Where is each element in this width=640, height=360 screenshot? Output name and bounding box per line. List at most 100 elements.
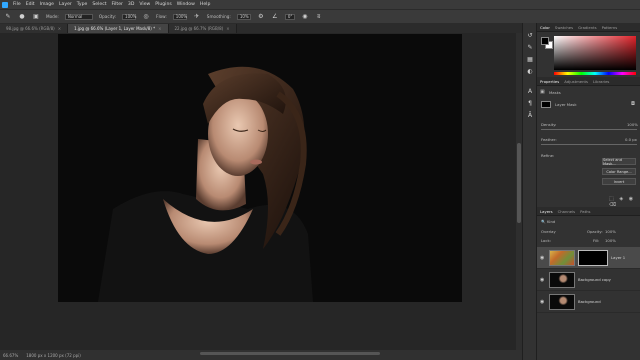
color-picker-field[interactable] [554, 36, 636, 70]
properties-panel-tabs: Properties Adjustments Libraries [537, 77, 640, 86]
feather-value[interactable]: 0.0 px [625, 137, 637, 142]
tab-label: 22.jpg @ 66.7% (RGB/8) [174, 26, 224, 31]
options-bar: ✎ ● ▣ Mode: Normal Opacity: 100% ◎ Flow:… [0, 9, 640, 23]
mask-label: Layer Mask [555, 102, 577, 107]
layer-row-background[interactable]: ◉ Background [537, 291, 640, 313]
menu-bar: File Edit Image Layer Type Select Filter… [0, 0, 640, 9]
flow-label: Flow: [156, 14, 167, 19]
airbrush-icon[interactable]: ✈ [193, 13, 201, 21]
adjust-icon[interactable]: ◐ [523, 65, 537, 77]
layer-row-layer-1[interactable]: ◉ Layer 1 [537, 247, 640, 269]
tab-adjustments[interactable]: Adjustments [564, 79, 588, 84]
angle-icon[interactable]: ∠ [271, 13, 279, 21]
close-icon[interactable]: × [58, 26, 61, 31]
history-icon[interactable]: ↺ [523, 29, 537, 41]
menu-file[interactable]: File [13, 2, 21, 7]
mode-select[interactable]: Normal [64, 13, 93, 20]
color-range-button[interactable]: Color Range... [602, 168, 636, 175]
select-and-mask-button[interactable]: Select and Mask... [602, 158, 636, 166]
brush-preset-icon[interactable]: ● [18, 13, 26, 21]
brush-settings-icon[interactable]: ▣ [32, 13, 40, 21]
opacity-field[interactable]: 100% [122, 13, 136, 20]
document-canvas-image[interactable] [58, 34, 462, 302]
zoom-level[interactable]: 66.67% [3, 353, 18, 358]
menu-layer[interactable]: Layer [59, 2, 72, 7]
tab-label: 1.jpg @ 66.6% (Layer 1, Layer Mask/8) * [74, 26, 156, 31]
tab-1-jpg[interactable]: 1.jpg @ 66.6% (Layer 1, Layer Mask/8) * × [68, 24, 169, 33]
tab-gradients[interactable]: Gradients [578, 25, 597, 30]
vector-mask-icon[interactable]: ◘ [631, 101, 635, 107]
layer-row-background-copy[interactable]: ◉ Background copy [537, 269, 640, 291]
menu-3d[interactable]: 3D [128, 2, 134, 7]
tab-color[interactable]: Color [540, 25, 550, 30]
menu-type[interactable]: Type [77, 2, 88, 7]
tab-properties[interactable]: Properties [540, 79, 559, 84]
tab-channels[interactable]: Channels [558, 209, 576, 214]
fill-value[interactable]: 100% [605, 238, 616, 243]
layer-name: Layer 1 [611, 255, 626, 260]
color-panel-tabs: Color Swatches Gradients Patterns [537, 23, 640, 32]
brush-panel-icon[interactable]: ✎ [523, 41, 537, 53]
tab-layers[interactable]: Layers [540, 209, 553, 214]
pressure-opacity-icon[interactable]: ◎ [142, 13, 150, 21]
kind-label: Kind [546, 219, 556, 224]
smoothing-settings-icon[interactable]: ⚙ [257, 13, 265, 21]
layers-panel-tabs: Layers Channels Paths [537, 207, 640, 216]
document-tabs: 98.jpg @ 66.6% (RGB/8) × 1.jpg @ 66.6% (L… [0, 23, 522, 33]
visibility-eye-icon[interactable]: ◉ [540, 299, 546, 305]
smoothing-field[interactable]: 10% [236, 13, 251, 20]
lock-label: Lock: [541, 238, 551, 243]
tab-swatches[interactable]: Swatches [555, 25, 573, 30]
feather-slider[interactable] [541, 144, 637, 145]
menu-view[interactable]: View [139, 2, 150, 7]
menu-filter[interactable]: Filter [112, 2, 123, 7]
tab-patterns[interactable]: Patterns [602, 25, 618, 30]
scroll-thumb[interactable] [517, 143, 521, 223]
invert-button[interactable]: Invert [602, 178, 636, 185]
foreground-color-swatch[interactable] [541, 37, 549, 45]
pressure-size-icon[interactable]: ◉ [301, 13, 309, 21]
menu-help[interactable]: Help [200, 2, 210, 7]
layer-thumbnail [549, 293, 575, 310]
symmetry-icon[interactable]: ʬ [315, 13, 323, 21]
tab-label: 98.jpg @ 66.6% (RGB/8) [6, 26, 55, 31]
photoshop-logo-icon[interactable] [2, 1, 8, 8]
doc-info: 1800 px x 1200 px (72 ppi) [26, 352, 81, 358]
visibility-eye-icon[interactable]: ◉ [540, 255, 546, 261]
character-icon[interactable]: A [523, 85, 537, 97]
mask-thumbnail[interactable] [541, 101, 551, 108]
tab-22-jpg[interactable]: 22.jpg @ 66.7% (RGB/8) × [168, 24, 237, 33]
layer-opacity-value[interactable]: 100% [605, 229, 616, 234]
hue-slider[interactable] [554, 72, 636, 75]
menu-plugins[interactable]: Plugins [155, 2, 171, 7]
tab-libraries[interactable]: Libraries [593, 79, 609, 84]
panel-icon-strip: ↺ ✎ ▦ ◐ A ¶ Ã [522, 23, 536, 360]
menu-image[interactable]: Image [40, 2, 54, 7]
layer-mask-thumbnail[interactable] [578, 249, 608, 266]
glyph-icon[interactable]: Ã [523, 109, 537, 121]
tab-98-jpg[interactable]: 98.jpg @ 66.6% (RGB/8) × [0, 24, 69, 33]
mask-icon: ▣ [540, 89, 545, 95]
blend-mode-select[interactable]: Overlay [541, 229, 556, 234]
menu-edit[interactable]: Edit [26, 2, 35, 7]
properties-panel: Properties Adjustments Libraries Masks ▣… [537, 77, 640, 208]
brush-tool-icon[interactable]: ✎ [4, 13, 12, 21]
layer-thumbnail [549, 249, 575, 266]
menu-select[interactable]: Select [92, 2, 106, 7]
paragraph-icon[interactable]: ¶ [523, 97, 537, 109]
density-slider[interactable] [541, 129, 637, 130]
layer-opacity-label: Opacity: [587, 229, 603, 234]
filter-kind-select[interactable]: 🔍 Kind [541, 219, 555, 224]
menu-window[interactable]: Window [177, 2, 195, 7]
close-icon[interactable]: × [158, 26, 161, 31]
masks-heading: Masks [549, 90, 561, 95]
tab-paths[interactable]: Paths [580, 209, 590, 214]
swatch-icon[interactable]: ▦ [523, 53, 537, 65]
mode-label: Mode: [46, 14, 59, 19]
angle-field[interactable]: 0° [284, 13, 295, 20]
flow-field[interactable]: 100% [172, 13, 187, 20]
density-value[interactable]: 100% [627, 122, 638, 127]
visibility-eye-icon[interactable]: ◉ [540, 277, 546, 283]
horizontal-scroll-thumb[interactable] [200, 352, 380, 355]
close-icon[interactable]: × [226, 26, 229, 31]
